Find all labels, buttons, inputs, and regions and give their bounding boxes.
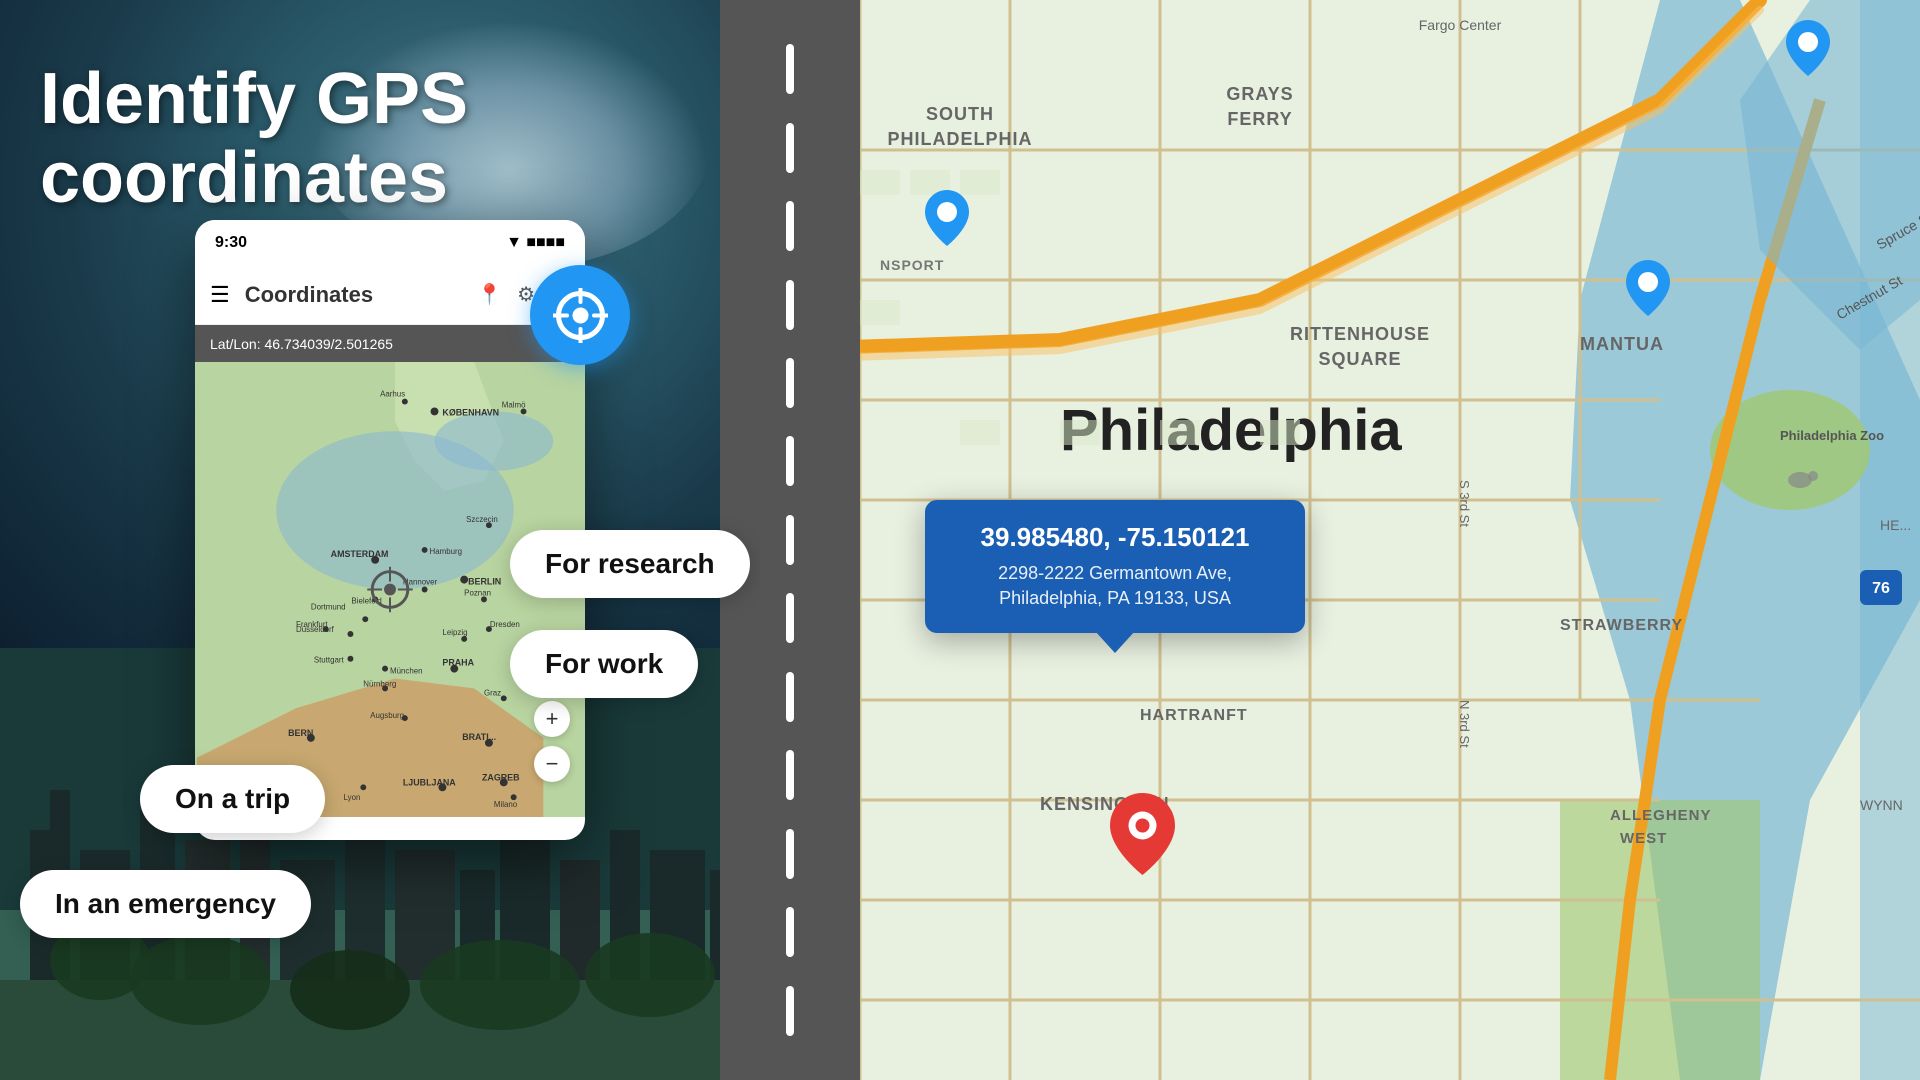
location-pin-icon[interactable]: 📍 <box>477 282 502 307</box>
svg-text:Dortmund: Dortmund <box>311 602 346 611</box>
svg-text:Düsseldorf: Düsseldorf <box>296 625 335 634</box>
svg-text:Poznan: Poznan <box>464 588 491 597</box>
svg-text:GRAYS: GRAYS <box>1226 84 1293 104</box>
map-pin-red[interactable] <box>1110 793 1175 880</box>
phone-coordinates-bar: Lat/Lon: 46.734039/2.501265 ⋮ <box>195 325 585 362</box>
svg-text:BERLIN: BERLIN <box>468 577 501 587</box>
svg-text:HE...: HE... <box>1880 517 1911 533</box>
hamburger-icon[interactable]: ☰ <box>210 282 230 308</box>
chip-for-work: For work <box>510 630 698 698</box>
svg-text:BRATI...: BRATI... <box>462 732 496 742</box>
svg-text:Lyon: Lyon <box>344 793 361 802</box>
phone-time: 9:30 <box>215 234 247 252</box>
svg-text:Nürnberg: Nürnberg <box>363 679 396 688</box>
map-pin-3[interactable] <box>1626 260 1670 321</box>
blue-pin-2-icon <box>925 190 969 246</box>
svg-text:Milano: Milano <box>494 800 518 809</box>
left-panel: Identify GPS coordinates 9:30 ▼ ■■■■ ☰ C… <box>0 0 760 1080</box>
svg-text:Augsburg: Augsburg <box>370 711 404 720</box>
svg-text:PRAHA: PRAHA <box>442 658 474 668</box>
svg-text:Fargo Center: Fargo Center <box>1419 17 1502 33</box>
svg-text:AMSTERDAM: AMSTERDAM <box>331 549 389 559</box>
svg-text:WEST: WEST <box>1620 830 1667 847</box>
svg-text:STRAWBERRY: STRAWBERRY <box>1560 617 1683 634</box>
svg-text:Philadelphia Zoo: Philadelphia Zoo <box>1780 428 1884 443</box>
svg-text:Stuttgart: Stuttgart <box>314 656 345 665</box>
svg-text:Dresden: Dresden <box>490 620 520 629</box>
popup-address: 2298-2222 Germantown Ave, Philadelphia, … <box>955 561 1275 611</box>
svg-text:NSPORT: NSPORT <box>880 257 944 273</box>
svg-text:Philadelphia: Philadelphia <box>1060 398 1402 463</box>
svg-text:ZAGREB: ZAGREB <box>482 772 520 782</box>
headline-line2: coordinates <box>40 138 448 218</box>
app-title: Coordinates <box>245 282 462 308</box>
zoom-out-button[interactable]: − <box>534 746 570 782</box>
popup-coordinates: 39.985480, -75.150121 <box>955 522 1275 553</box>
blue-pin-icon <box>1786 20 1830 76</box>
svg-text:BERN: BERN <box>288 728 313 738</box>
svg-text:N 3rd St: N 3rd St <box>1457 700 1472 748</box>
svg-text:HARTRANFT: HARTRANFT <box>1140 707 1248 724</box>
map-pin-2[interactable] <box>925 190 969 251</box>
svg-text:Malmö: Malmö <box>502 401 526 410</box>
chip-emergency: In an emergency <box>20 870 311 938</box>
map-pin-1[interactable] <box>1786 20 1830 81</box>
chip-on-a-trip: On a trip <box>140 765 325 833</box>
phone-status-bar: 9:30 ▼ ■■■■ <box>195 220 585 265</box>
svg-text:Graz: Graz <box>484 688 501 697</box>
headline-line1: Identify GPS <box>40 59 468 139</box>
coordinates-text: Lat/Lon: 46.734039/2.501265 <box>210 336 393 352</box>
svg-text:ALLEGHENY: ALLEGHENY <box>1610 807 1712 824</box>
headline: Identify GPS coordinates <box>40 60 468 218</box>
svg-text:S 3rd St: S 3rd St <box>1457 480 1472 527</box>
svg-text:LJUBLJANA: LJUBLJANA <box>403 777 456 787</box>
chip-for-research: For research <box>510 530 750 598</box>
phone-toolbar: ☰ Coordinates 📍 ⚙ ⋮ <box>195 265 585 325</box>
location-info-popup: 39.985480, -75.150121 2298-2222 Germanto… <box>925 500 1305 633</box>
red-pin-icon <box>1110 793 1175 875</box>
svg-text:München: München <box>390 667 423 676</box>
right-panel: SOUTH PHILADELPHIA GRAYS FERRY NSPORT RI… <box>760 0 1920 1080</box>
svg-text:MANTUA: MANTUA <box>1580 334 1664 354</box>
svg-text:Aarhus: Aarhus <box>380 390 405 399</box>
phone-mockup: 9:30 ▼ ■■■■ ☰ Coordinates 📍 ⚙ ⋮ Lat/Lon:… <box>195 220 585 840</box>
blue-pin-3-icon <box>1626 260 1670 316</box>
svg-text:SOUTH: SOUTH <box>926 104 994 124</box>
svg-text:SQUARE: SQUARE <box>1318 349 1401 369</box>
svg-text:KØBENHAVN: KØBENHAVN <box>442 407 499 417</box>
crosshair-icon <box>553 288 608 343</box>
svg-text:PHILADELPHIA: PHILADELPHIA <box>887 129 1032 149</box>
svg-text:76: 76 <box>1872 580 1890 597</box>
svg-text:Szczecin: Szczecin <box>466 515 498 524</box>
svg-text:WYNN: WYNN <box>1860 797 1903 813</box>
gps-locate-button[interactable] <box>530 265 630 365</box>
svg-text:FERRY: FERRY <box>1227 109 1292 129</box>
svg-text:RITTENHOUSE: RITTENHOUSE <box>1290 324 1430 344</box>
phone-signal-icon: ▼ ■■■■ <box>506 234 565 252</box>
zoom-in-button[interactable]: + <box>534 701 570 737</box>
svg-text:Leipzig: Leipzig <box>442 628 467 637</box>
svg-text:Hamburg: Hamburg <box>430 547 463 556</box>
